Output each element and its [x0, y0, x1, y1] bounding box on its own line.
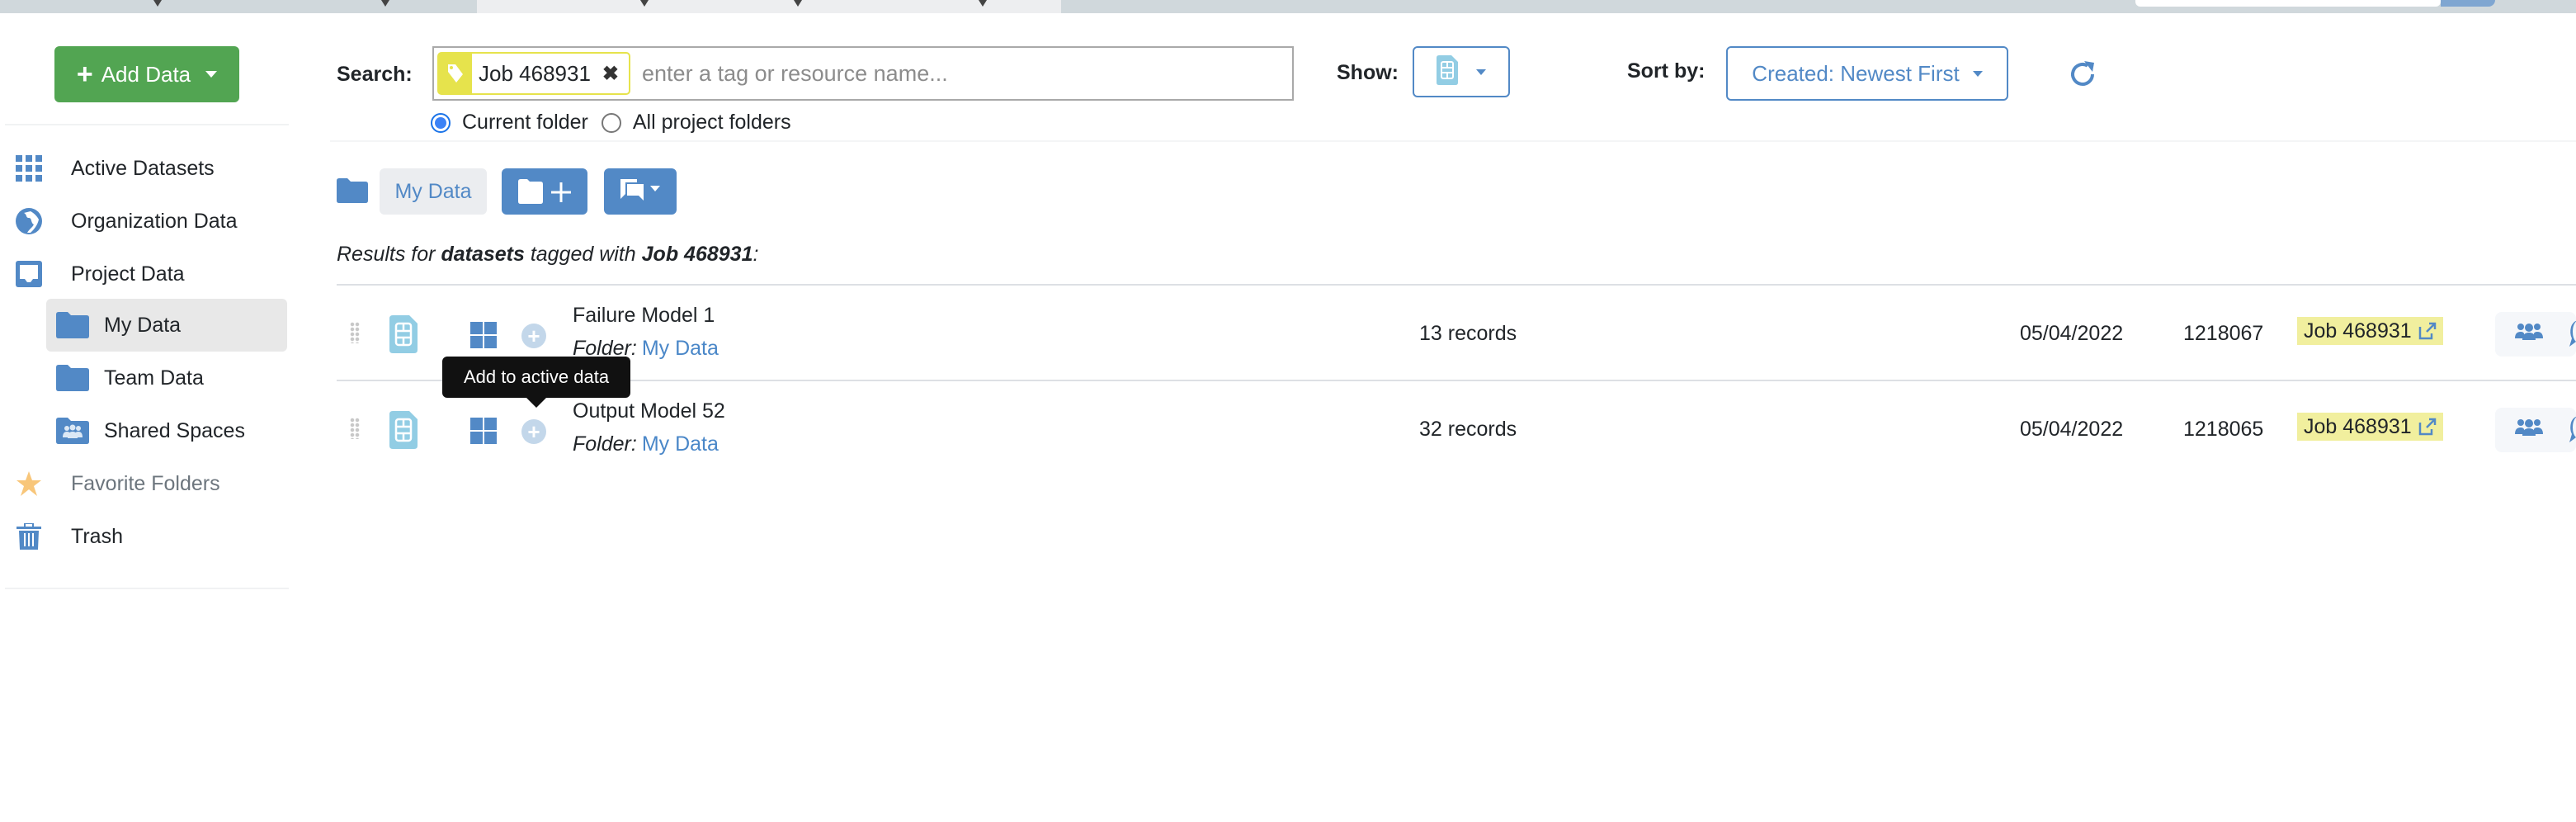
dataset-icon	[389, 315, 418, 353]
tab-caret-icon[interactable]	[153, 0, 162, 7]
radio-label: All project folders	[632, 111, 791, 134]
sidebar-item-trash[interactable]: Trash	[15, 513, 123, 560]
sort-dropdown[interactable]: Created: Newest First	[1726, 46, 2008, 101]
shared-folder-icon	[56, 418, 89, 444]
drag-handle-icon[interactable]	[350, 418, 360, 439]
share-users-icon[interactable]	[2515, 418, 2543, 439]
table-row[interactable]: + Failure Model 1 Folder: My Data 13 reco…	[337, 286, 2576, 380]
sidebar-item-my-data[interactable]: My Data	[46, 299, 287, 352]
sidebar-item-team-data[interactable]: Team Data	[46, 352, 287, 404]
tab-caret-icon[interactable]	[979, 0, 987, 7]
created-date: 05/04/2022	[2020, 322, 2124, 345]
add-data-button[interactable]: + Add Data	[54, 46, 239, 102]
tag-icon	[439, 54, 472, 93]
inbox-icon	[15, 260, 43, 288]
top-search-input[interactable]	[2135, 0, 2441, 7]
sidebar-item-label: My Data	[104, 313, 182, 337]
remove-tag-icon[interactable]: ✖	[602, 62, 629, 86]
caret-down-icon	[205, 71, 218, 78]
sidebar-divider	[5, 588, 289, 589]
folder-icon	[56, 312, 89, 338]
sidebar-item-shared-spaces[interactable]: Shared Spaces	[46, 404, 287, 457]
show-label: Show:	[1337, 61, 1399, 84]
globe-icon	[15, 207, 43, 235]
record-count: 13 records	[1419, 322, 1517, 345]
search-field[interactable]: Job 468931 ✖	[432, 46, 1294, 101]
sidebar-item-label: Organization Data	[71, 209, 238, 233]
plus-icon: +	[76, 59, 93, 90]
tag-badge[interactable]: Job 468931	[2297, 317, 2443, 345]
dataset-icon	[389, 411, 418, 449]
tab-caret-icon[interactable]	[794, 0, 802, 7]
caret-down-icon	[1972, 70, 1983, 77]
tab-caret-icon[interactable]	[640, 0, 649, 7]
dataset-name[interactable]: Failure Model 1	[573, 304, 715, 328]
add-to-active-icon[interactable]: +	[521, 324, 546, 348]
external-link-icon	[2418, 322, 2436, 340]
sidebar-item-label: Trash	[71, 524, 123, 548]
folder-icon	[56, 365, 89, 391]
dataset-icon	[1437, 54, 1458, 89]
sidebar-item-label: Active Datasets	[71, 156, 215, 180]
top-tab-bar	[0, 0, 2576, 13]
folder-icon	[337, 178, 368, 203]
more-actions-icon[interactable]	[2569, 320, 2576, 347]
search-input[interactable]	[642, 60, 1270, 87]
record-count: 32 records	[1419, 418, 1517, 441]
sidebar-divider	[5, 124, 289, 125]
sidebar-item-label: Favorite Folders	[71, 471, 220, 495]
sidebar-item-project-data[interactable]: Project Data	[15, 251, 185, 297]
tag-badge[interactable]: Job 468931	[2297, 413, 2443, 441]
move-copy-dropdown-button[interactable]	[604, 168, 677, 215]
tooltip: Add to active data	[442, 357, 630, 408]
active-tab[interactable]	[477, 0, 1061, 13]
sidebar-item-active-datasets[interactable]: Active Datasets	[15, 145, 215, 191]
trash-icon	[15, 522, 43, 550]
radio-label: Current folder	[462, 111, 588, 134]
table-row[interactable]: + Output Model 52 Folder: My Data 32 reco…	[337, 381, 2576, 475]
external-link-icon	[2418, 418, 2436, 436]
sidebar-item-label: Shared Spaces	[104, 418, 245, 442]
new-folder-button[interactable]	[502, 168, 587, 215]
drag-handle-icon[interactable]	[350, 322, 360, 343]
dataset-id: 1218067	[2183, 322, 2264, 345]
show-type-dropdown[interactable]	[1413, 46, 1510, 97]
sidebar-item-label: Team Data	[104, 366, 204, 390]
radio-all-project-folders[interactable]	[601, 112, 621, 133]
results-tag: Job 468931	[641, 243, 753, 266]
top-search-button[interactable]	[2441, 0, 2495, 7]
folder-link[interactable]: My Data	[642, 432, 719, 456]
radio-current-folder[interactable]	[431, 112, 451, 133]
view-grid-icon[interactable]	[470, 322, 497, 348]
sort-label: Sort by:	[1627, 59, 1706, 83]
breadcrumb-my-data[interactable]: My Data	[380, 168, 487, 215]
more-actions-icon[interactable]	[2569, 416, 2576, 442]
folder-link[interactable]: My Data	[642, 337, 719, 360]
caret-down-icon	[1476, 68, 1486, 75]
tag-chip[interactable]: Job 468931 ✖	[437, 52, 631, 95]
refresh-icon[interactable]	[2068, 59, 2097, 89]
sort-selected: Created: Newest First	[1752, 60, 1960, 86]
dataset-name[interactable]: Output Model 52	[573, 399, 725, 423]
add-data-label: Add Data	[101, 61, 191, 87]
share-users-icon[interactable]	[2515, 322, 2543, 343]
dataset-folder: Folder: My Data	[573, 432, 719, 456]
grid-icon	[15, 154, 43, 182]
star-icon	[15, 470, 43, 498]
sidebar-item-organization-data[interactable]: Organization Data	[15, 198, 238, 244]
add-to-active-icon[interactable]: +	[521, 419, 546, 444]
search-label: Search:	[337, 63, 413, 86]
created-date: 05/04/2022	[2020, 418, 2124, 441]
tag-label: Job 468931	[479, 60, 591, 86]
view-grid-icon[interactable]	[470, 418, 497, 444]
section-divider	[330, 140, 2576, 142]
search-scope: Current folder All project folders	[431, 111, 791, 135]
dataset-id: 1218065	[2183, 418, 2264, 441]
tab-caret-icon[interactable]	[381, 0, 389, 7]
sidebar-item-favorite-folders[interactable]: Favorite Folders	[15, 461, 220, 507]
results-type: datasets	[441, 243, 525, 266]
results-summary: Results for datasets tagged with Job 468…	[337, 243, 759, 266]
sidebar-item-label: Project Data	[71, 262, 185, 286]
